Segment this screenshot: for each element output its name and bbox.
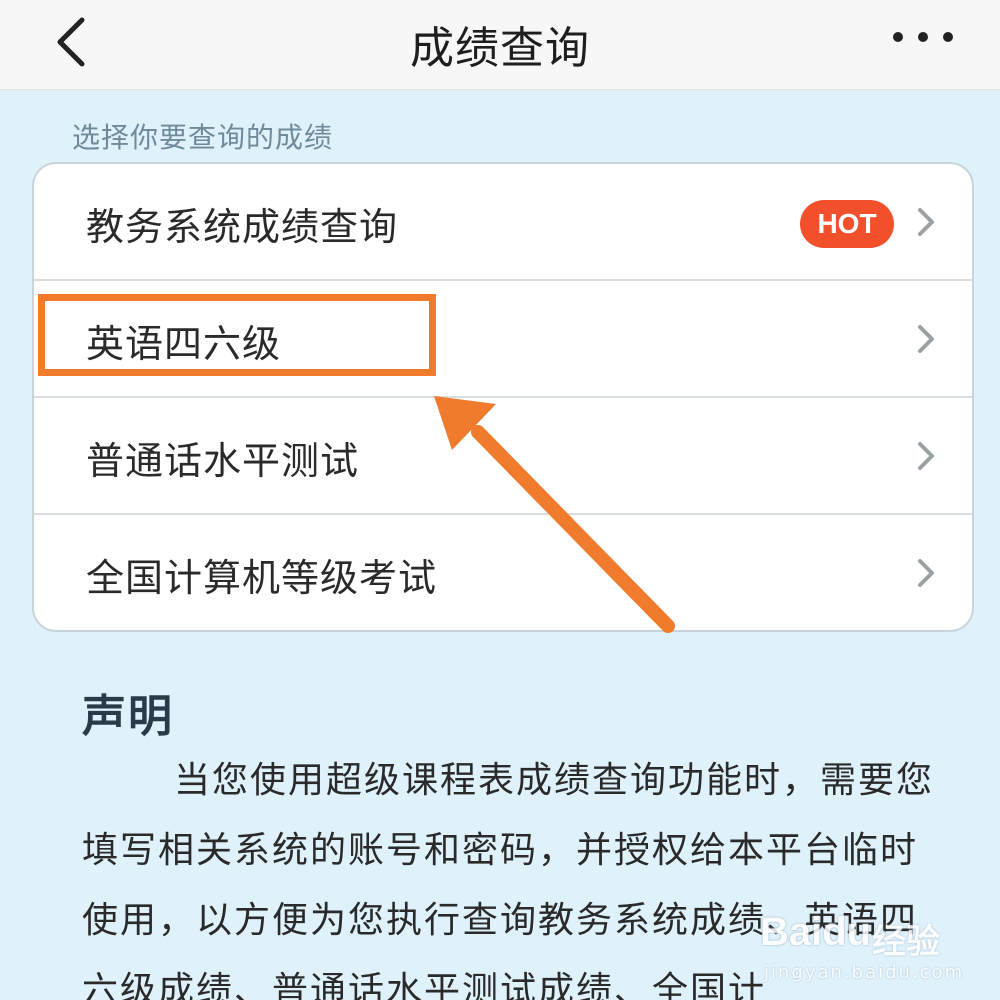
hot-badge: HOT [800,200,894,248]
list-item-label: 教务系统成绩查询 [86,205,399,249]
declaration-title: 声明 [82,691,174,742]
declaration-body: 当您使用超级课程表成绩查询功能时，需要您填写相关系统的账号和密码，并授权给本平台… [82,760,935,1000]
chevron-right-icon [918,325,934,353]
score-query-list: 教务系统成绩查询 HOT 英语四六级 普通话水平测试 全国计算机等级考试 [32,162,974,632]
chevron-right-icon [918,208,934,236]
list-item-computer-exam[interactable]: 全国计算机等级考试 [34,515,972,630]
list-item-label: 普通话水平测试 [86,439,360,483]
chevron-right-icon [918,559,934,587]
list-item-label: 英语四六级 [86,322,282,366]
more-button[interactable] [890,25,956,49]
list-item-label: 全国计算机等级考试 [86,556,438,600]
list-item-academic-scores[interactable]: 教务系统成绩查询 HOT [34,164,972,281]
list-item-putonghua-test[interactable]: 普通话水平测试 [34,398,972,515]
section-hint: 选择你要查询的成绩 [72,121,334,154]
more-dots-icon [893,32,953,42]
chevron-right-icon [918,442,934,470]
page-title: 成绩查询 [410,23,590,74]
list-item-cet[interactable]: 英语四六级 [34,281,972,398]
navigation-bar: 成绩查询 [0,0,1000,90]
